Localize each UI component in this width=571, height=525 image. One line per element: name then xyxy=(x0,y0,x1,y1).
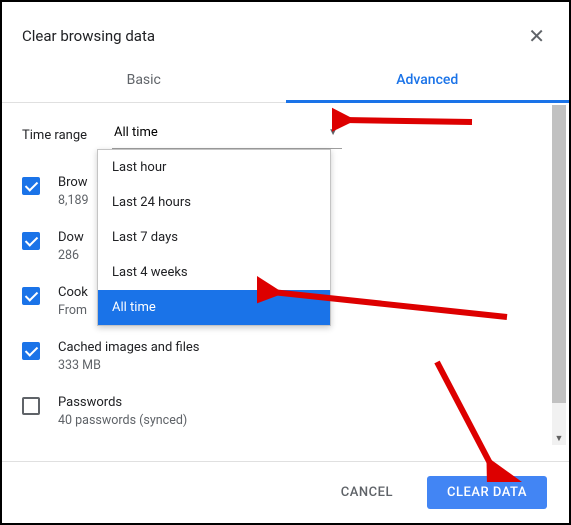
time-range-row: Time range All time ▼ xyxy=(22,121,549,149)
time-range-label: Time range xyxy=(22,128,94,143)
chevron-down-icon: ▼ xyxy=(328,127,338,138)
dialog-title: Clear browsing data xyxy=(22,27,155,45)
dialog-footer: CANCEL CLEAR DATA xyxy=(2,461,569,523)
tab-advanced[interactable]: Advanced xyxy=(286,60,570,102)
cancel-button[interactable]: CANCEL xyxy=(321,476,413,509)
item-title: Passwords xyxy=(58,395,187,410)
time-range-select[interactable]: All time ▼ xyxy=(112,121,342,149)
checkbox-download-history[interactable] xyxy=(22,232,40,250)
item-subtitle: 286 xyxy=(58,248,84,263)
dropdown-item-all-time[interactable]: All time xyxy=(98,290,330,325)
tabs: Basic Advanced xyxy=(2,60,569,103)
dropdown-item-last-hour[interactable]: Last hour xyxy=(98,150,330,185)
close-icon[interactable]: ✕ xyxy=(524,20,549,52)
dropdown-item-last-24-hours[interactable]: Last 24 hours xyxy=(98,185,330,220)
checkbox-cookies[interactable] xyxy=(22,287,40,305)
dialog-header: Clear browsing data ✕ xyxy=(2,2,569,60)
checkbox-passwords[interactable] xyxy=(22,397,40,415)
item-title: Dow xyxy=(58,230,84,245)
item-title: Cached images and files xyxy=(58,340,199,355)
item-title: Brow xyxy=(58,175,89,190)
scroll-down-icon[interactable]: ▼ xyxy=(552,431,566,445)
checkbox-cached-images[interactable] xyxy=(22,342,40,360)
item-subtitle: From xyxy=(58,303,88,318)
dialog-content: Time range All time ▼ Last hour Last 24 … xyxy=(2,103,569,448)
time-range-dropdown: Last hour Last 24 hours Last 7 days Last… xyxy=(97,149,331,326)
item-subtitle: 40 passwords (synced) xyxy=(58,413,187,428)
clear-browsing-data-dialog: Clear browsing data ✕ Basic Advanced Tim… xyxy=(2,2,569,523)
dropdown-item-last-7-days[interactable]: Last 7 days xyxy=(98,220,330,255)
list-item: Cached images and files 333 MB xyxy=(22,332,549,387)
item-title: Cook xyxy=(58,285,88,300)
scrollbar-thumb[interactable] xyxy=(552,105,566,403)
dropdown-item-last-4-weeks[interactable]: Last 4 weeks xyxy=(98,255,330,290)
list-item: Autofill form data xyxy=(22,442,549,448)
tab-basic[interactable]: Basic xyxy=(2,60,286,102)
scrollbar[interactable]: ▼ xyxy=(552,105,566,445)
time-range-value: All time xyxy=(114,125,158,140)
item-subtitle: 8,189 xyxy=(58,193,89,208)
list-item: Passwords 40 passwords (synced) xyxy=(22,387,549,442)
checkbox-browsing-history[interactable] xyxy=(22,177,40,195)
item-subtitle: 333 MB xyxy=(58,358,199,373)
clear-data-button[interactable]: CLEAR DATA xyxy=(427,476,547,509)
